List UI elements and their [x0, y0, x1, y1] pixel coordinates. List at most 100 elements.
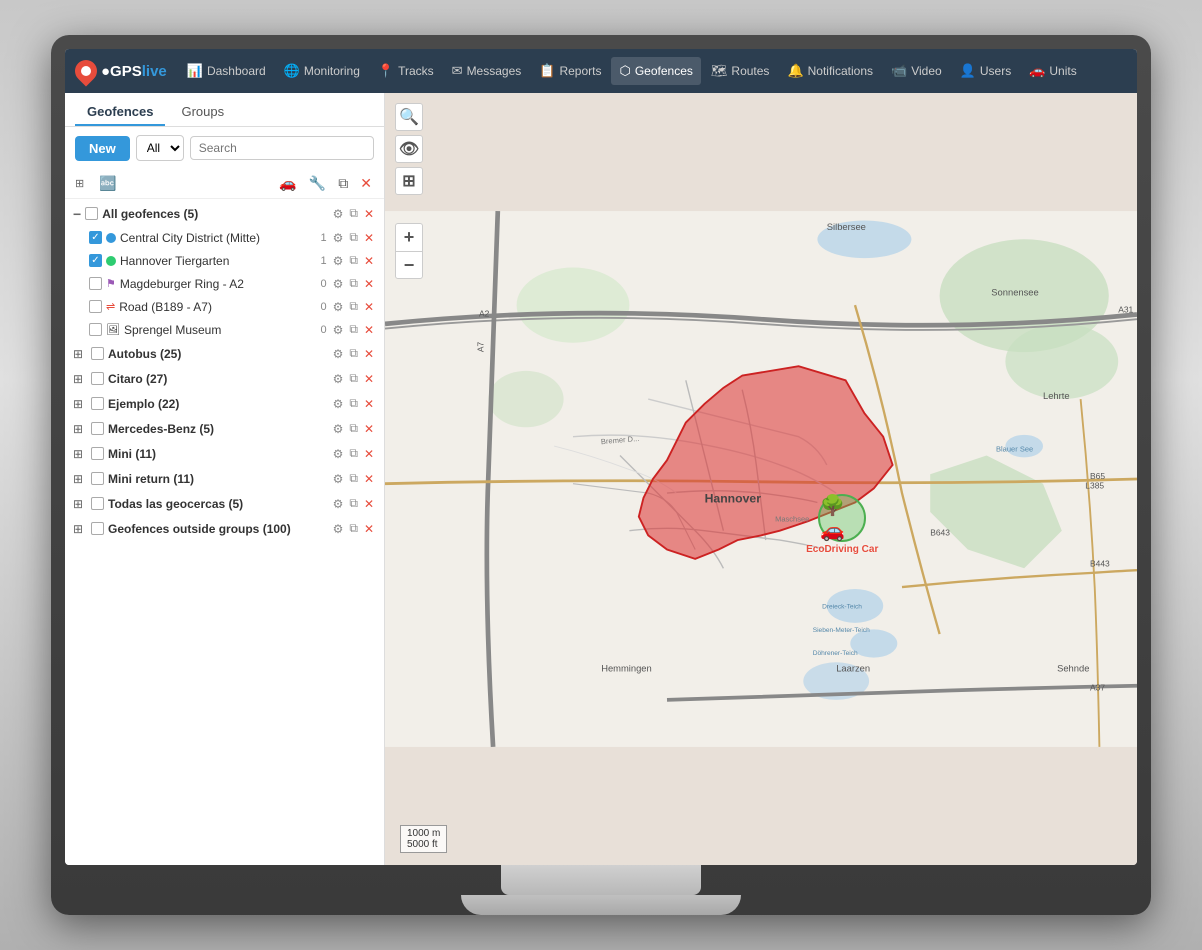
- sort-icon[interactable]: 🔤: [97, 173, 118, 194]
- group-settings[interactable]: ⚙: [331, 521, 346, 537]
- nav-units[interactable]: 🚗 Units: [1021, 57, 1085, 85]
- group-item[interactable]: ⊞ Ejemplo (22) ⚙ ⧉ ✕: [65, 391, 384, 416]
- item-checkbox-4[interactable]: [89, 323, 102, 336]
- all-geo-delete[interactable]: ✕: [362, 206, 376, 222]
- group-copy[interactable]: ⧉: [347, 345, 360, 362]
- group-settings[interactable]: ⚙: [331, 496, 346, 512]
- group-delete[interactable]: ✕: [362, 371, 376, 387]
- zoom-in-btn[interactable]: +: [395, 223, 423, 251]
- search-input[interactable]: [190, 136, 374, 160]
- list-item[interactable]: ⇌ Road (B189 - A7) 0 ⚙ ⧉ ✕: [65, 295, 384, 318]
- expand-btn[interactable]: ⊞: [73, 472, 87, 486]
- expand-btn[interactable]: ⊞: [73, 447, 87, 461]
- nav-tracks[interactable]: 📍 Tracks: [370, 57, 442, 85]
- group-checkbox[interactable]: [91, 397, 104, 410]
- group-copy[interactable]: ⧉: [347, 395, 360, 412]
- group-checkbox[interactable]: [91, 347, 104, 360]
- new-button[interactable]: New: [75, 136, 130, 161]
- expand-btn[interactable]: ⊞: [73, 522, 87, 536]
- tab-groups[interactable]: Groups: [169, 99, 236, 126]
- list-item[interactable]: ✓ Hannover Tiergarten 1 ⚙ ⧉ ✕: [65, 249, 384, 272]
- list-item[interactable]: ✓ Central City District (Mitte) 1 ⚙ ⧉ ✕: [65, 226, 384, 249]
- group-copy[interactable]: ⧉: [347, 520, 360, 537]
- item-3-copy[interactable]: ⧉: [347, 298, 360, 315]
- filter-select[interactable]: All: [136, 135, 184, 161]
- item-2-copy[interactable]: ⧉: [347, 275, 360, 292]
- item-checkbox-3[interactable]: [89, 300, 102, 313]
- item-2-settings[interactable]: ⚙: [331, 276, 346, 292]
- expand-btn[interactable]: ⊞: [73, 397, 87, 411]
- tab-geofences[interactable]: Geofences: [75, 99, 165, 126]
- all-geofences-checkbox[interactable]: [85, 207, 98, 220]
- item-checkbox-0[interactable]: ✓: [89, 231, 102, 244]
- nav-users[interactable]: 👤 Users: [952, 57, 1020, 85]
- item-3-settings[interactable]: ⚙: [331, 299, 346, 315]
- nav-routes[interactable]: 🗺 Routes: [703, 57, 778, 85]
- item-0-settings[interactable]: ⚙: [331, 230, 346, 246]
- group-item[interactable]: ⊞ Mini return (11) ⚙ ⧉ ✕: [65, 466, 384, 491]
- group-delete[interactable]: ✕: [362, 346, 376, 362]
- group-delete[interactable]: ✕: [362, 396, 376, 412]
- group-settings[interactable]: ⚙: [331, 421, 346, 437]
- expand-all-btn[interactable]: ⊞: [75, 177, 89, 190]
- zoom-out-btn[interactable]: −: [395, 251, 423, 279]
- group-delete[interactable]: ✕: [362, 496, 376, 512]
- item-2-delete[interactable]: ✕: [362, 276, 376, 292]
- map-type-btn[interactable]: ⊞: [395, 167, 423, 195]
- group-settings[interactable]: ⚙: [331, 471, 346, 487]
- group-copy[interactable]: ⧉: [347, 470, 360, 487]
- item-4-copy[interactable]: ⧉: [347, 321, 360, 338]
- layer-btn[interactable]: 👁: [395, 135, 423, 163]
- item-1-settings[interactable]: ⚙: [331, 253, 346, 269]
- group-delete[interactable]: ✕: [362, 421, 376, 437]
- expand-btn[interactable]: ⊞: [73, 497, 87, 511]
- group-item[interactable]: ⊞ Autobus (25) ⚙ ⧉ ✕: [65, 341, 384, 366]
- group-checkbox[interactable]: [91, 497, 104, 510]
- group-copy[interactable]: ⧉: [347, 370, 360, 387]
- item-4-settings[interactable]: ⚙: [331, 322, 346, 338]
- group-checkbox[interactable]: [91, 472, 104, 485]
- item-checkbox-1[interactable]: ✓: [89, 254, 102, 267]
- nav-notifications[interactable]: 🔔 Notifications: [779, 57, 881, 85]
- group-settings[interactable]: ⚙: [331, 396, 346, 412]
- item-0-copy[interactable]: ⧉: [347, 229, 360, 246]
- group-item[interactable]: ⊞ Mini (11) ⚙ ⧉ ✕: [65, 441, 384, 466]
- search-map-btn[interactable]: 🔍: [395, 103, 423, 131]
- nav-monitoring[interactable]: 🌐 Monitoring: [276, 57, 368, 85]
- group-delete[interactable]: ✕: [362, 471, 376, 487]
- group-settings[interactable]: ⚙: [331, 346, 346, 362]
- group-settings[interactable]: ⚙: [331, 371, 346, 387]
- nav-video[interactable]: 📹 Video: [883, 57, 950, 85]
- group-checkbox[interactable]: [91, 372, 104, 385]
- nav-dashboard[interactable]: 📊 Dashboard: [179, 57, 274, 85]
- expand-btn[interactable]: ⊞: [73, 422, 87, 436]
- expand-btn[interactable]: ⊞: [73, 347, 87, 361]
- group-delete[interactable]: ✕: [362, 521, 376, 537]
- nav-messages[interactable]: ✉ Messages: [444, 57, 530, 85]
- delete-icon[interactable]: ✕: [358, 173, 374, 194]
- group-checkbox[interactable]: [91, 522, 104, 535]
- item-4-delete[interactable]: ✕: [362, 322, 376, 338]
- group-copy[interactable]: ⧉: [347, 420, 360, 437]
- group-checkbox[interactable]: [91, 422, 104, 435]
- all-geo-copy[interactable]: ⧉: [347, 205, 360, 222]
- item-0-delete[interactable]: ✕: [362, 230, 376, 246]
- expand-btn[interactable]: ⊞: [73, 372, 87, 386]
- item-1-delete[interactable]: ✕: [362, 253, 376, 269]
- tools-icon[interactable]: 🔧: [307, 173, 328, 194]
- list-item[interactable]: ⚑ Magdeburger Ring - A2 0 ⚙ ⧉ ✕: [65, 272, 384, 295]
- copy-icon[interactable]: ⧉: [336, 173, 350, 194]
- group-item[interactable]: ⊞ Todas las geocercas (5) ⚙ ⧉ ✕: [65, 491, 384, 516]
- item-1-copy[interactable]: ⧉: [347, 252, 360, 269]
- group-item[interactable]: ⊞ Citaro (27) ⚙ ⧉ ✕: [65, 366, 384, 391]
- item-checkbox-2[interactable]: [89, 277, 102, 290]
- nav-reports[interactable]: 📋 Reports: [531, 57, 609, 85]
- group-copy[interactable]: ⧉: [347, 495, 360, 512]
- group-settings[interactable]: ⚙: [331, 446, 346, 462]
- car-icon[interactable]: 🚗: [277, 173, 298, 194]
- list-item[interactable]: 🖼 Sprengel Museum 0 ⚙ ⧉ ✕: [65, 318, 384, 341]
- group-delete[interactable]: ✕: [362, 446, 376, 462]
- item-3-delete[interactable]: ✕: [362, 299, 376, 315]
- group-item[interactable]: ⊞ Mercedes-Benz (5) ⚙ ⧉ ✕: [65, 416, 384, 441]
- group-copy[interactable]: ⧉: [347, 445, 360, 462]
